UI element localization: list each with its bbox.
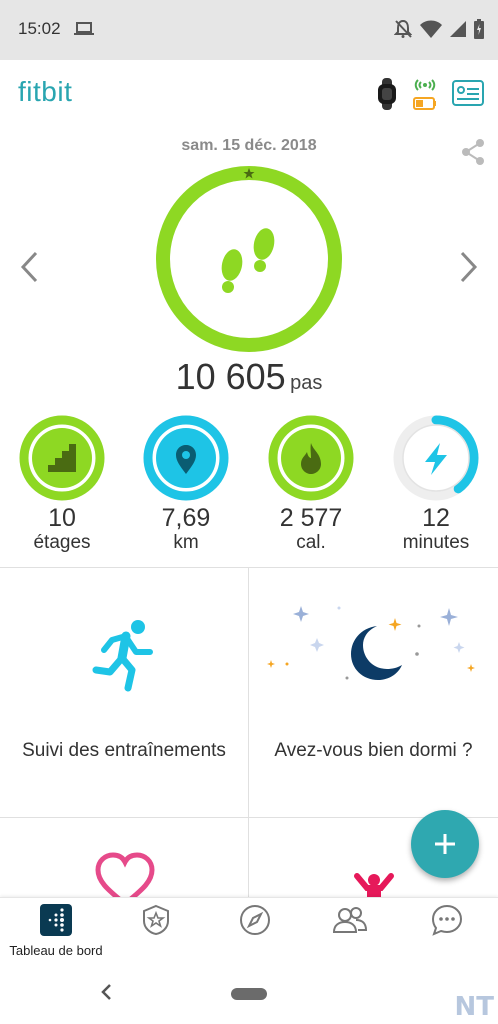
home-pill[interactable]: [231, 988, 267, 1000]
sleep-night-sky-icon: [267, 606, 475, 680]
profile-card-icon[interactable]: [452, 80, 484, 106]
nav-discover[interactable]: [237, 904, 273, 941]
calories-label: cal.: [296, 532, 326, 553]
active-minutes-value: 12: [422, 504, 450, 532]
stat-calories[interactable]: 2 577 cal.: [261, 414, 361, 554]
status-time: 15:02: [18, 19, 61, 38]
back-arrow-icon[interactable]: [100, 982, 114, 1002]
person-cheering-icon: [354, 873, 394, 898]
distance-label: km: [173, 532, 199, 553]
moon-icon: [351, 626, 402, 680]
distance-value: 7,69: [161, 504, 211, 532]
battery-icon: [474, 19, 484, 39]
share-icon[interactable]: [460, 138, 486, 166]
footprints-icon: [221, 228, 275, 293]
floors-label: étages: [33, 532, 91, 553]
system-navigation-bar: NT: [0, 960, 498, 1024]
app-header: fitbit: [0, 60, 498, 128]
stat-floors[interactable]: 10 étages: [12, 414, 112, 554]
running-person-icon: [92, 620, 153, 692]
tracker-device-icon[interactable]: [376, 78, 398, 110]
chat-bubble-icon: [431, 904, 463, 936]
floors-value: 10: [48, 504, 76, 532]
steps-unit: pas: [290, 372, 323, 394]
challenge-badge-icon: [143, 904, 169, 936]
stat-active-minutes[interactable]: 12 minutes: [386, 414, 486, 554]
stat-distance[interactable]: 7,69 km: [136, 414, 236, 554]
friends-icon: [332, 907, 368, 933]
calories-ring: [268, 415, 354, 501]
notifications-off-icon: [394, 19, 412, 38]
nav-messages[interactable]: [429, 904, 465, 941]
status-icons: [394, 19, 484, 39]
steps-value: 10 605: [175, 356, 286, 397]
lightning-icon: [425, 443, 447, 475]
floors-ring: [19, 415, 105, 501]
steps-count: 10 605 pas: [0, 356, 498, 398]
active-minutes-label: minutes: [402, 532, 470, 553]
sync-status-icon[interactable]: [412, 74, 438, 114]
steps-ring-progress: [156, 166, 342, 352]
calories-value: 2 577: [279, 504, 343, 532]
cell-signal-icon: [450, 21, 466, 37]
heart-icon: [95, 852, 155, 898]
steps-ring[interactable]: [154, 164, 344, 354]
nav-dashboard-label: Tableau de bord: [9, 943, 103, 958]
previous-day-arrow[interactable]: [18, 250, 42, 284]
current-date: sam. 15 déc. 2018: [181, 137, 317, 154]
wifi-icon: [420, 20, 442, 38]
active-minutes-ring: [393, 415, 479, 501]
nav-challenges[interactable]: [138, 904, 174, 941]
tile-sleep-label: Avez-vous bien dormi ?: [274, 740, 473, 761]
distance-ring: [143, 415, 229, 501]
tile-exercise[interactable]: Suivi des entraînements: [0, 568, 249, 818]
laptop-icon: [74, 22, 94, 35]
status-bar: 15:02: [0, 0, 498, 60]
bottom-navigation: Tableau de bord: [0, 897, 498, 960]
plus-icon: [435, 834, 455, 854]
fitbit-logo: fitbit: [18, 76, 73, 107]
tile-heart-rate[interactable]: [0, 818, 249, 898]
fitbit-dashboard-icon: [40, 904, 72, 936]
nav-dashboard[interactable]: Tableau de bord: [4, 904, 108, 958]
add-button[interactable]: [411, 810, 479, 878]
next-day-arrow[interactable]: [456, 250, 480, 284]
nav-community[interactable]: [330, 904, 370, 941]
watermark-logo: NT: [454, 992, 495, 1022]
compass-icon: [240, 905, 270, 935]
tile-sleep[interactable]: Avez-vous bien dormi ?: [249, 568, 498, 818]
tile-exercise-label: Suivi des entraînements: [22, 740, 226, 761]
